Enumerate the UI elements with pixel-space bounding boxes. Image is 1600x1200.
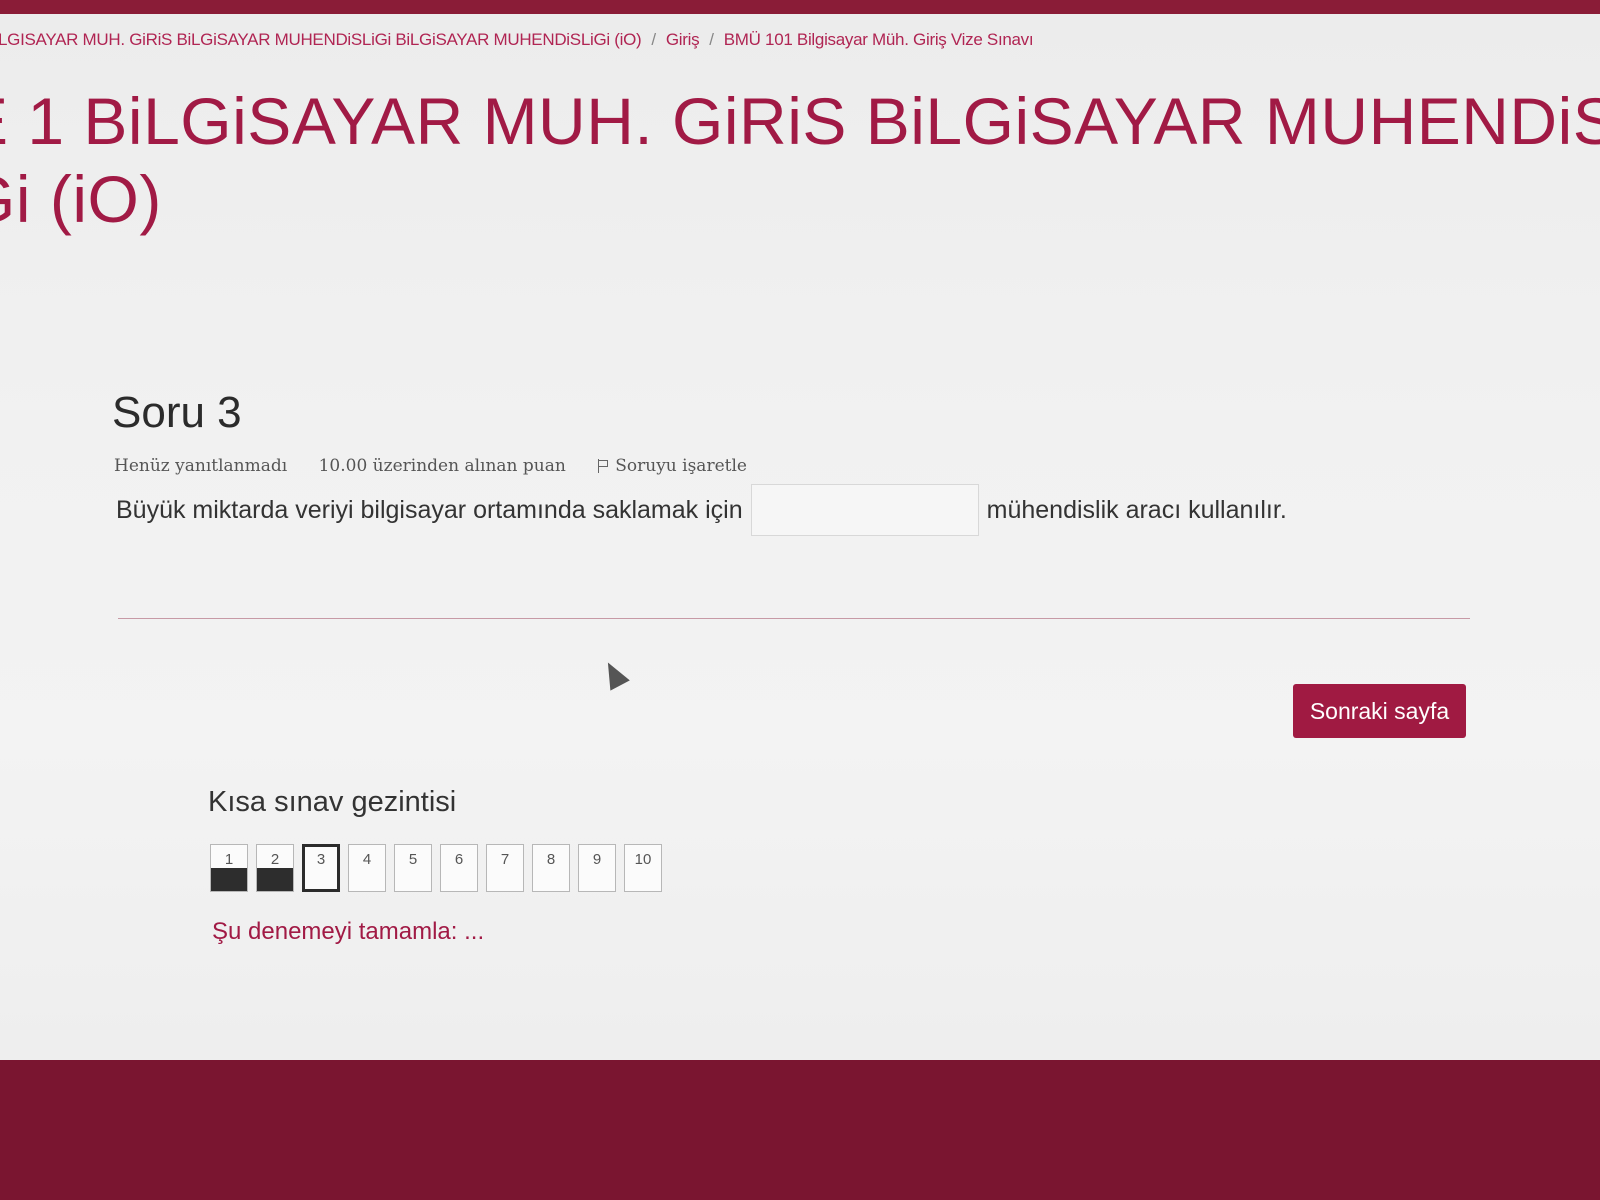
question-text: Büyük miktarda veriyi bilgisayar ortamın… (116, 484, 1287, 536)
browser-screen: LGISAYAR MUH. GiRiS BiLGiSAYAR MUHENDiSL… (0, 0, 1600, 1060)
quiz-nav-button-1[interactable]: 1 (210, 844, 248, 892)
quiz-nav-button-4[interactable]: 4 (348, 844, 386, 892)
page-title-line-1: E 1 BiLGiSAYAR MUH. GiRiS BiLGiSAYAR MUH… (0, 84, 1600, 158)
flag-question-label: Soruyu işaretle (615, 456, 747, 476)
next-page-button[interactable]: Sonraki sayfa (1293, 684, 1466, 738)
breadcrumb-section-link[interactable]: Giriş (666, 30, 700, 49)
top-bar (0, 0, 1600, 14)
flag-icon (597, 459, 609, 473)
mouse-cursor-icon (599, 658, 629, 690)
finish-attempt-link[interactable]: Şu denemeyi tamamla: ... (212, 918, 484, 946)
quiz-nav-button-7[interactable]: 7 (486, 844, 524, 892)
question-status: Henüz yanıtlanmadı (114, 456, 288, 476)
quiz-nav-button-10[interactable]: 10 (624, 844, 662, 892)
flag-question-link[interactable]: Soruyu işaretle (597, 456, 773, 476)
quiz-nav-button-5[interactable]: 5 (394, 844, 432, 892)
breadcrumb-quiz-link[interactable]: BMÜ 101 Bilgisayar Müh. Giriş Vize Sınav… (724, 30, 1034, 49)
page-title-line-2: Gi (iO) (0, 162, 162, 236)
question-points: 10.00 üzerinden alınan puan (318, 456, 566, 476)
question-text-after: mühendislik aracı kullanılır. (986, 495, 1287, 524)
quiz-navigation-grid: 1 2 3 4 5 6 7 8 9 10 (210, 844, 662, 892)
breadcrumb-course-link[interactable]: LGISAYAR MUH. GiRiS BiLGiSAYAR MUHENDiSL… (0, 30, 642, 49)
quiz-nav-button-8[interactable]: 8 (532, 844, 570, 892)
question-title: Soru 3 (112, 388, 242, 437)
divider (118, 618, 1470, 619)
question-info: Henüz yanıtlanmadı 10.00 üzerinden alına… (114, 456, 799, 476)
breadcrumb-separator: / (651, 30, 656, 49)
question-text-before: Büyük miktarda veriyi bilgisayar ortamın… (116, 495, 743, 524)
quiz-nav-button-2[interactable]: 2 (256, 844, 294, 892)
quiz-nav-button-9[interactable]: 9 (578, 844, 616, 892)
quiz-nav-button-3[interactable]: 3 (302, 844, 340, 892)
page-title: E 1 BiLGiSAYAR MUH. GiRiS BiLGiSAYAR MUH… (0, 82, 1600, 238)
breadcrumb-separator: / (709, 30, 714, 49)
answer-input[interactable] (750, 484, 979, 536)
breadcrumb: LGISAYAR MUH. GiRiS BiLGiSAYAR MUHENDiSL… (0, 30, 1118, 50)
quiz-nav-button-6[interactable]: 6 (440, 844, 478, 892)
quiz-navigation-title: Kısa sınav gezintisi (208, 786, 457, 818)
